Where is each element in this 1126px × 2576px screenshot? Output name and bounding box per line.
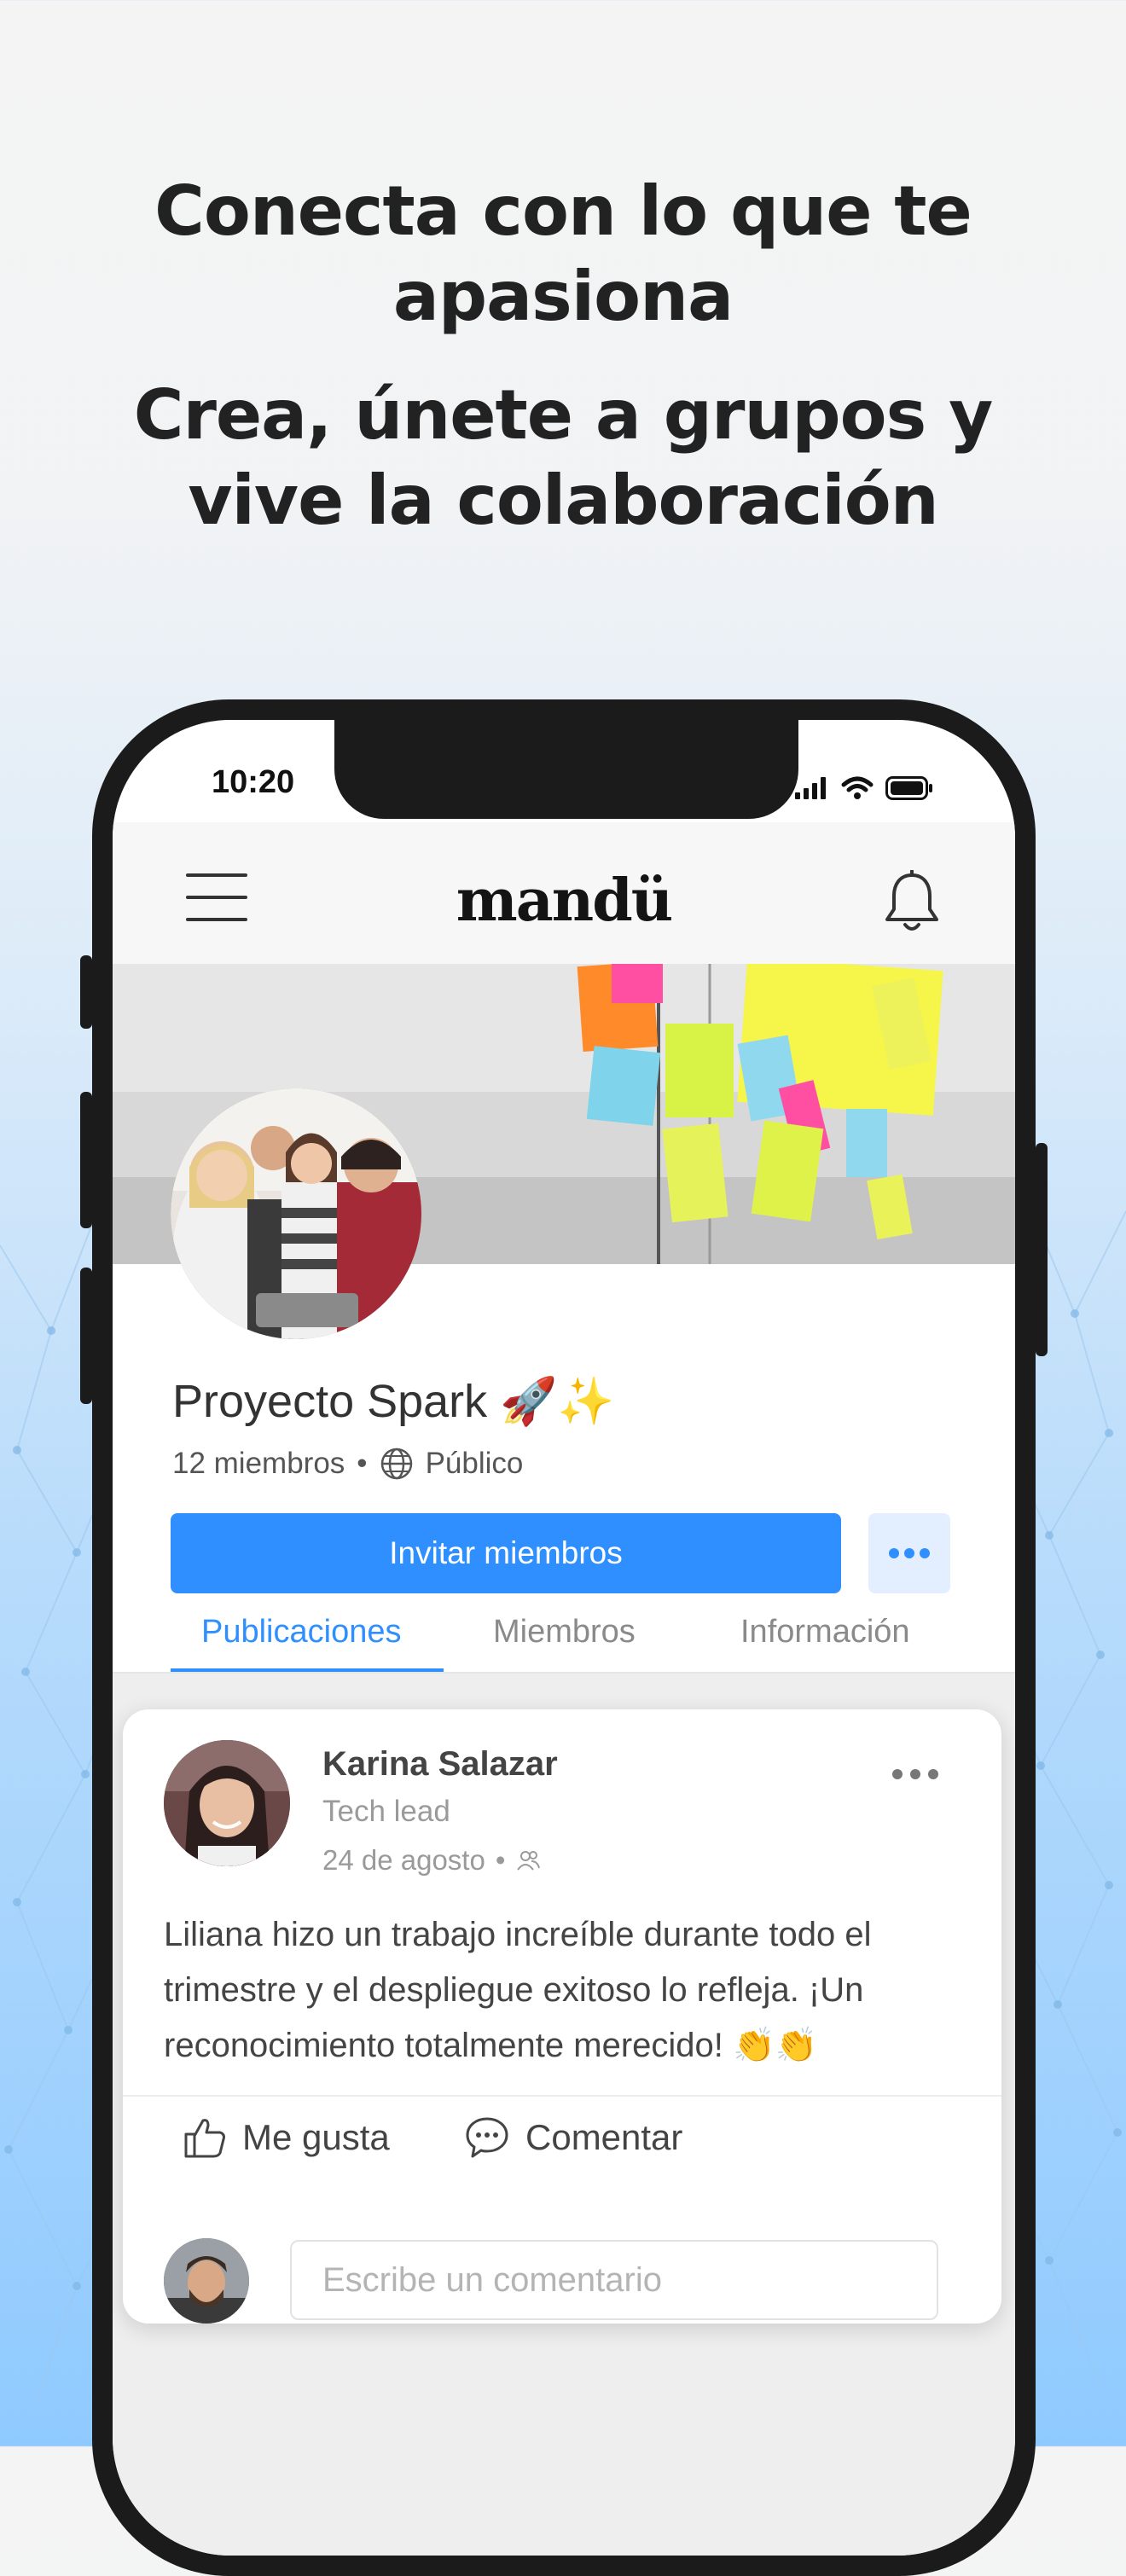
post-body: Liliana hizo un trabajo increíble durant…	[164, 1916, 872, 2064]
group-more-options-button[interactable]	[868, 1513, 950, 1593]
like-label: Me gusta	[242, 2117, 390, 2157]
comment-button[interactable]: Comentar	[464, 2115, 682, 2160]
headline-primary: Conecta con lo que te apasiona	[0, 169, 1126, 339]
tab-informacion[interactable]: Información	[740, 1614, 910, 1651]
audience-people-icon	[517, 1851, 541, 1871]
status-icons	[795, 776, 933, 800]
tab-miembros[interactable]: Miembros	[493, 1614, 636, 1651]
post-author-name[interactable]: Karina Salazar	[322, 1745, 558, 1784]
like-button[interactable]: Me gusta	[183, 2115, 390, 2160]
tab-publicaciones[interactable]: Publicaciones	[201, 1614, 401, 1651]
post-date: 24 de agosto	[322, 1844, 485, 1876]
group-tabs: Publicaciones Miembros Información	[171, 1598, 955, 1672]
headline-primary-line2: apasiona	[392, 257, 734, 336]
post-author-role: Tech lead	[322, 1795, 450, 1828]
cellular-signal-icon	[795, 777, 826, 799]
thumbs-up-icon	[184, 2119, 225, 2158]
post-meta: 24 de agosto •	[322, 1844, 541, 1877]
phone-volume-up-button	[80, 1092, 92, 1228]
post-actions-divider	[123, 2095, 1001, 2097]
post-meta-separator: •	[495, 1844, 506, 1876]
headline-secondary-line1: Crea, únete a grupos y	[133, 375, 994, 455]
group-name: Proyecto Spark 🚀✨	[172, 1376, 615, 1427]
comment-label: Comentar	[525, 2117, 683, 2157]
group-avatar	[171, 1088, 421, 1339]
phone-mute-button	[80, 955, 92, 1029]
more-dots-icon	[889, 1548, 930, 1558]
headline-secondary-line2: vive la colaboración	[188, 461, 938, 540]
group-visibility: Público	[425, 1447, 524, 1480]
status-time: 10:20	[212, 764, 295, 800]
notifications-bell-icon[interactable]	[884, 870, 940, 935]
post-author-avatar[interactable]	[164, 1740, 290, 1866]
battery-icon	[885, 776, 932, 800]
phone-notch	[334, 720, 798, 819]
comment-input[interactable]	[290, 2240, 938, 2320]
globe-icon	[380, 1448, 412, 1480]
group-meta: 12 miembros • Público	[172, 1447, 523, 1481]
app-logo: mandü	[456, 867, 673, 935]
headline-primary-line1: Conecta con lo que te	[154, 171, 972, 251]
headline-secondary: Crea, únete a grupos y vive la colaborac…	[0, 373, 1126, 543]
invite-members-button[interactable]: Invitar miembros	[171, 1513, 841, 1593]
phone-frame: 10:20 mandü Proyecto Spark 🚀✨ 12 miembro…	[80, 699, 1048, 2576]
phone-volume-down-button	[80, 1268, 92, 1404]
comment-bubble-icon	[466, 2117, 508, 2158]
wifi-icon	[841, 776, 874, 799]
post-card: Karina Salazar Tech lead 24 de agosto • …	[123, 1709, 1001, 2324]
phone-screen: 10:20 mandü Proyecto Spark 🚀✨ 12 miembro…	[113, 720, 1015, 2556]
meta-separator: •	[357, 1447, 368, 1480]
current-user-avatar	[164, 2238, 249, 2324]
app-header: mandü	[113, 822, 1015, 964]
group-member-count: 12 miembros	[172, 1447, 345, 1480]
phone-power-button	[1036, 1143, 1048, 1356]
post-more-options-icon[interactable]	[892, 1769, 938, 1779]
